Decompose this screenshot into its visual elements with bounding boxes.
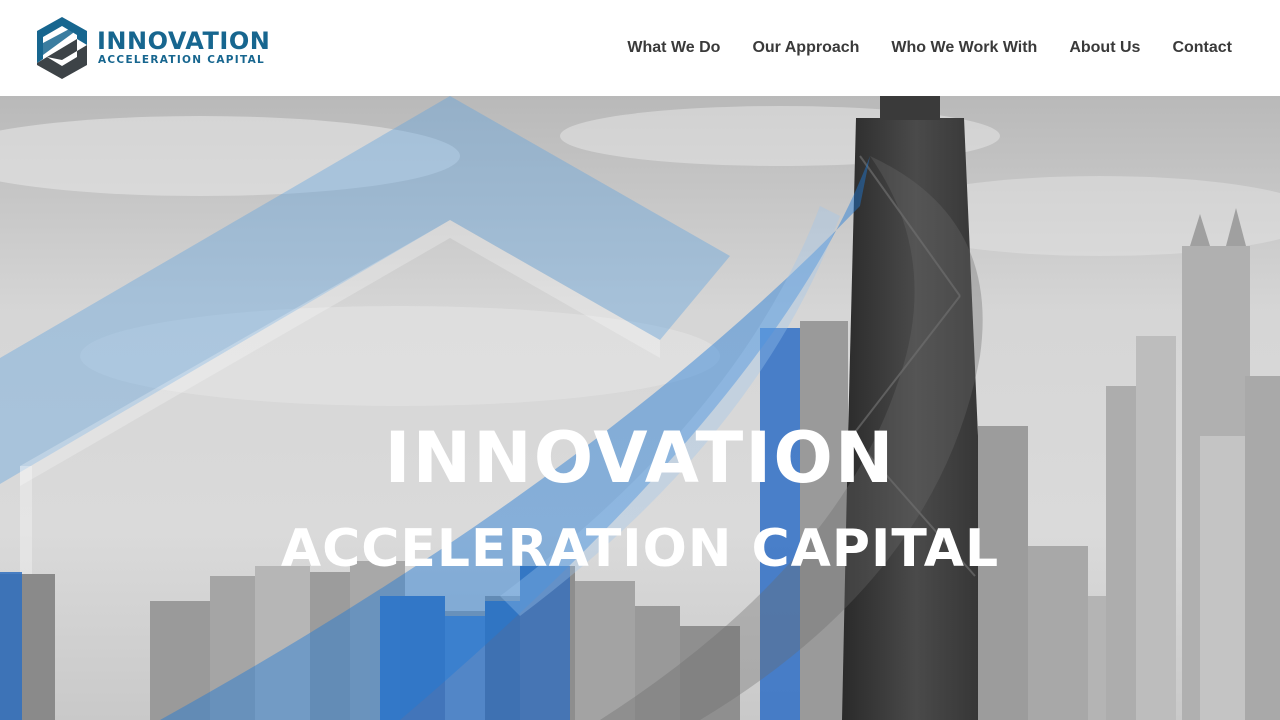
nav-item-what-we-do[interactable]: What We Do [627, 39, 720, 57]
hexagon-logo-icon [37, 17, 87, 79]
nav-item-our-approach[interactable]: Our Approach [752, 39, 859, 57]
logo-wordmark-secondary: ACCELERATION CAPITAL [98, 54, 266, 66]
hero-title-primary: INNOVATION [384, 417, 896, 499]
hero-banner: INNOVATION ACCELERATION CAPITAL [0, 96, 1280, 720]
logo-wordmark-primary: INNOVATION [97, 27, 271, 55]
hero-title-secondary: ACCELERATION CAPITAL [280, 519, 1000, 579]
main-navigation: What We Do Our Approach Who We Work With… [627, 0, 1232, 96]
city-skyline-background [0, 96, 1280, 720]
logo-link[interactable]: INNOVATION ACCELERATION CAPITAL [33, 15, 285, 83]
nav-item-contact[interactable]: Contact [1172, 39, 1232, 57]
nav-item-about-us[interactable]: About Us [1069, 39, 1140, 57]
site-header: INNOVATION ACCELERATION CAPITAL What We … [0, 0, 1280, 96]
nav-item-who-we-work-with[interactable]: Who We Work With [891, 39, 1037, 57]
